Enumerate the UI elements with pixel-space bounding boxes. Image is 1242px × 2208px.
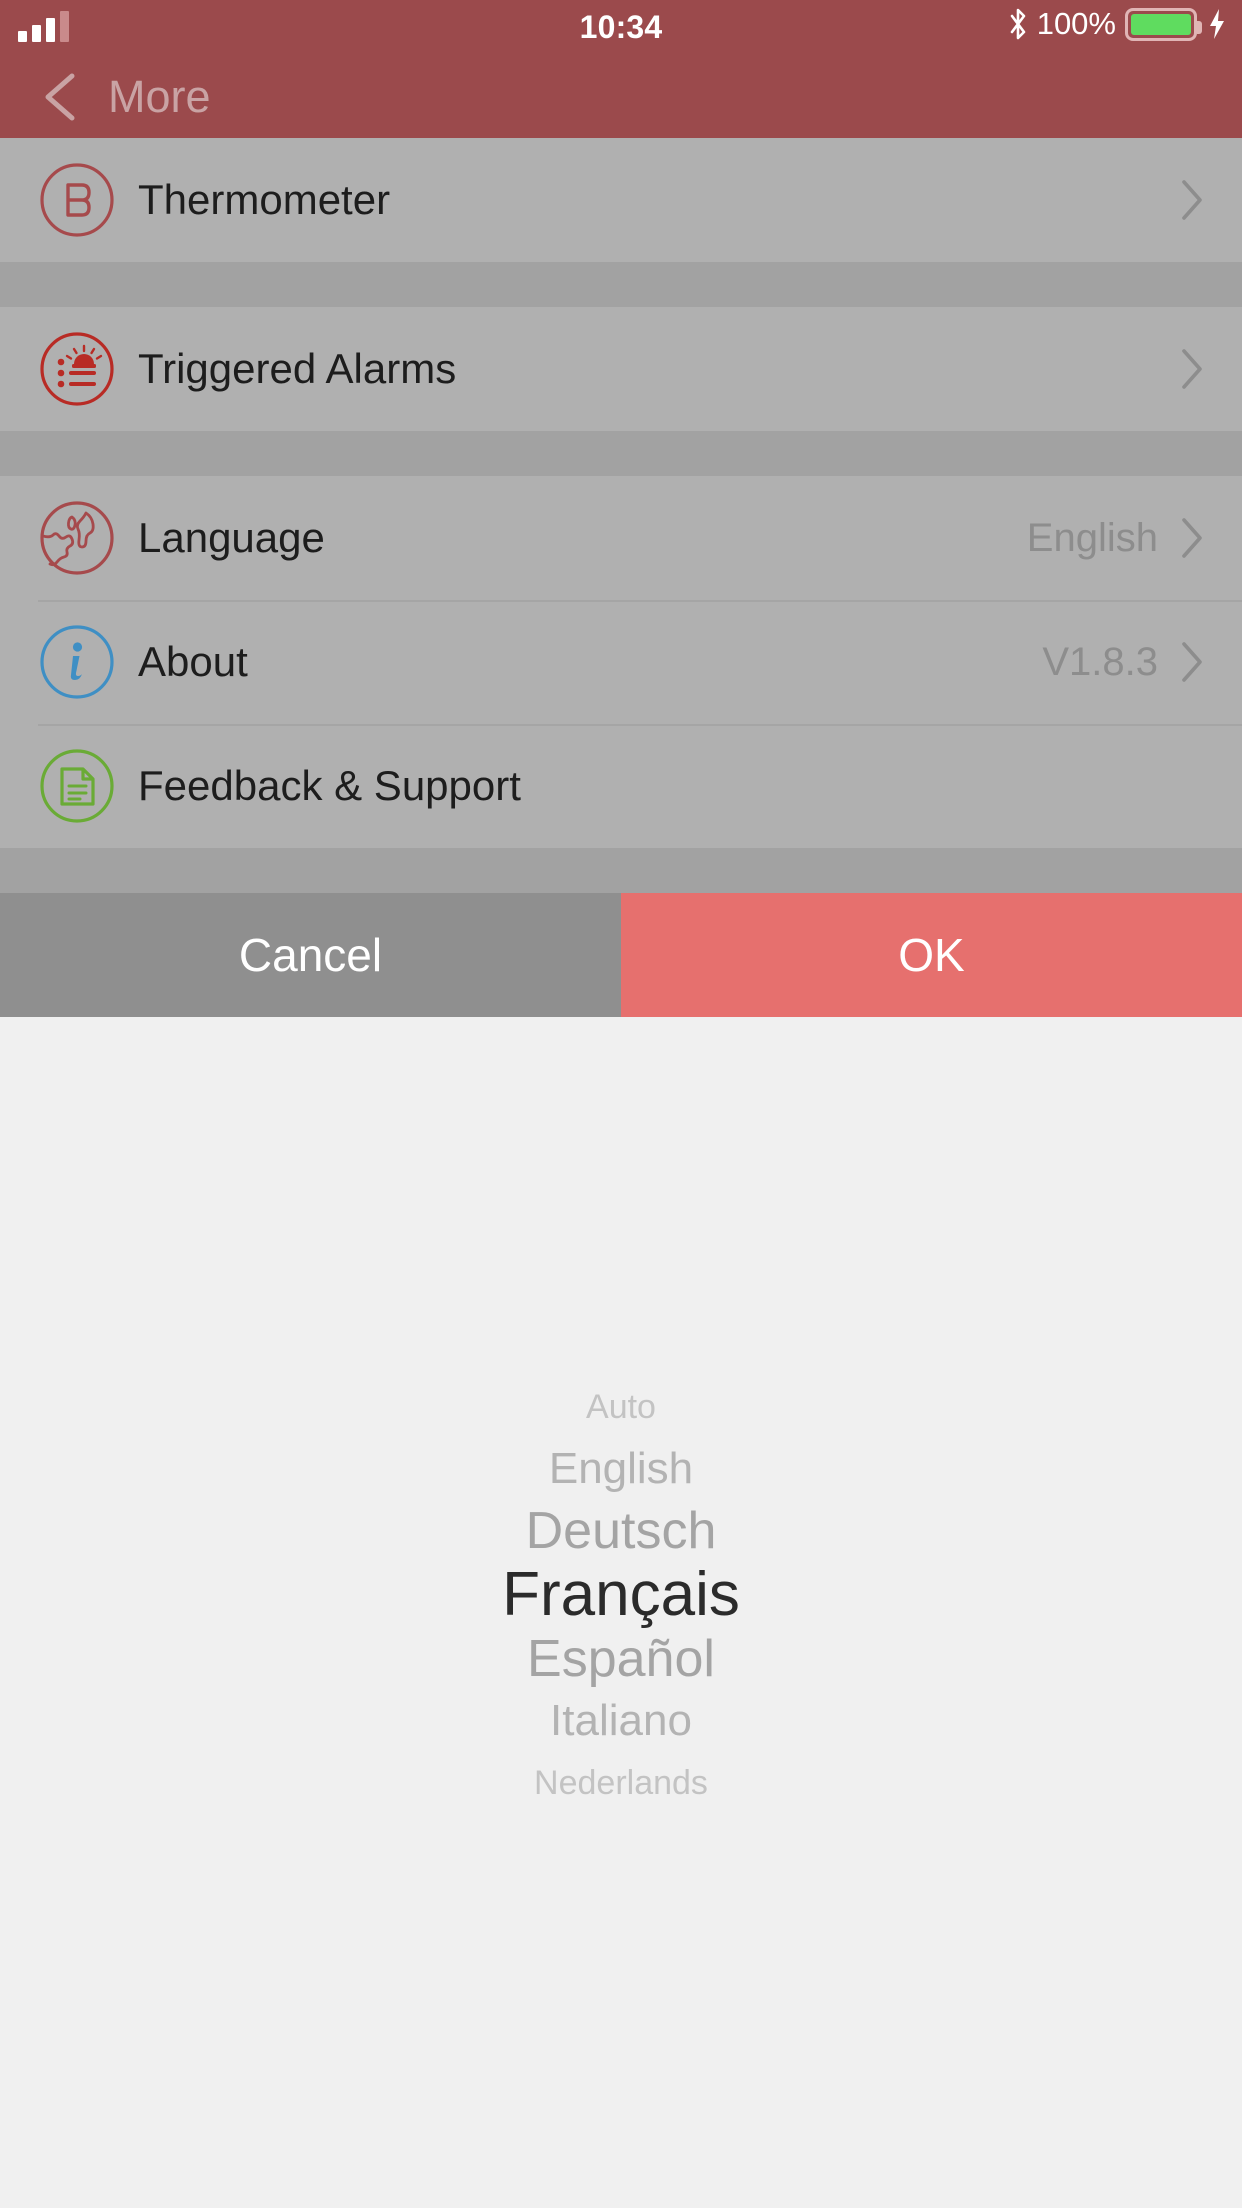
list-item-value: English	[1026, 515, 1158, 560]
picker-option[interactable]: Italiano	[0, 1690, 1242, 1752]
action-button-bar: Cancel OK	[0, 893, 1242, 1017]
list-group: Thermometer	[0, 138, 1242, 262]
list-group: Language English About V1.8.3 Feedback &…	[0, 476, 1242, 848]
chevron-right-icon	[1182, 642, 1202, 682]
picker-option[interactable]: Nederlands	[0, 1752, 1242, 1814]
picker-option[interactable]: Deutsch	[0, 1500, 1242, 1562]
chevron-right-icon	[1182, 180, 1202, 220]
list-bottom-spacer	[0, 848, 1242, 893]
list-item-label: Language	[138, 514, 325, 561]
thermometer-icon	[40, 163, 114, 237]
battery-percent-label: 100%	[1036, 6, 1116, 41]
lightning-bolt-icon	[1210, 9, 1224, 39]
list-item-label: About	[138, 638, 248, 685]
cancel-button[interactable]: Cancel	[0, 893, 621, 1017]
list-item-label: Feedback & Support	[138, 762, 521, 809]
list-group-separator	[0, 431, 1242, 476]
picker-option-selected[interactable]: Français	[0, 1562, 1242, 1628]
battery-icon	[1125, 7, 1202, 41]
chevron-left-icon[interactable]	[38, 71, 84, 123]
ok-button[interactable]: OK	[621, 893, 1242, 1017]
status-bar: 10:34 100%	[0, 0, 1242, 55]
language-picker-wheel[interactable]: Auto English Deutsch Français Español It…	[0, 1292, 1242, 2208]
picker-option[interactable]: Auto	[0, 1376, 1242, 1438]
list-item-language[interactable]: Language English	[0, 476, 1242, 600]
picker-option[interactable]: English	[0, 1438, 1242, 1500]
list-item-thermometer[interactable]: Thermometer	[0, 138, 1242, 262]
status-bar-right-cluster: 100%	[1008, 6, 1228, 42]
dimmed-app-layer: 10:34 100% More Thermometer Triggered Al…	[0, 0, 1242, 1292]
navigation-bar: More	[0, 55, 1242, 138]
list-group: Triggered Alarms	[0, 307, 1242, 431]
alarm-list-icon	[40, 332, 114, 406]
list-item-label: Triggered Alarms	[138, 345, 457, 392]
list-item-triggered-alarms[interactable]: Triggered Alarms	[0, 307, 1242, 431]
document-icon	[40, 749, 114, 823]
page-title: More	[108, 70, 211, 122]
info-circle-icon	[40, 625, 114, 699]
globe-icon	[40, 501, 114, 575]
list-item-value: V1.8.3	[1042, 639, 1158, 684]
list-group-separator	[0, 262, 1242, 307]
picker-option-list[interactable]: Auto English Deutsch Français Español It…	[0, 1376, 1242, 1814]
bluetooth-icon	[1010, 8, 1026, 40]
list-item-about[interactable]: About V1.8.3	[0, 600, 1242, 724]
list-item-label: Thermometer	[138, 176, 391, 223]
list-item-feedback-support[interactable]: Feedback & Support	[0, 724, 1242, 848]
chevron-right-icon	[1182, 518, 1202, 558]
chevron-right-icon	[1182, 349, 1202, 389]
picker-option[interactable]: Español	[0, 1628, 1242, 1690]
settings-list: Thermometer Triggered Alarms Language En…	[0, 138, 1242, 893]
